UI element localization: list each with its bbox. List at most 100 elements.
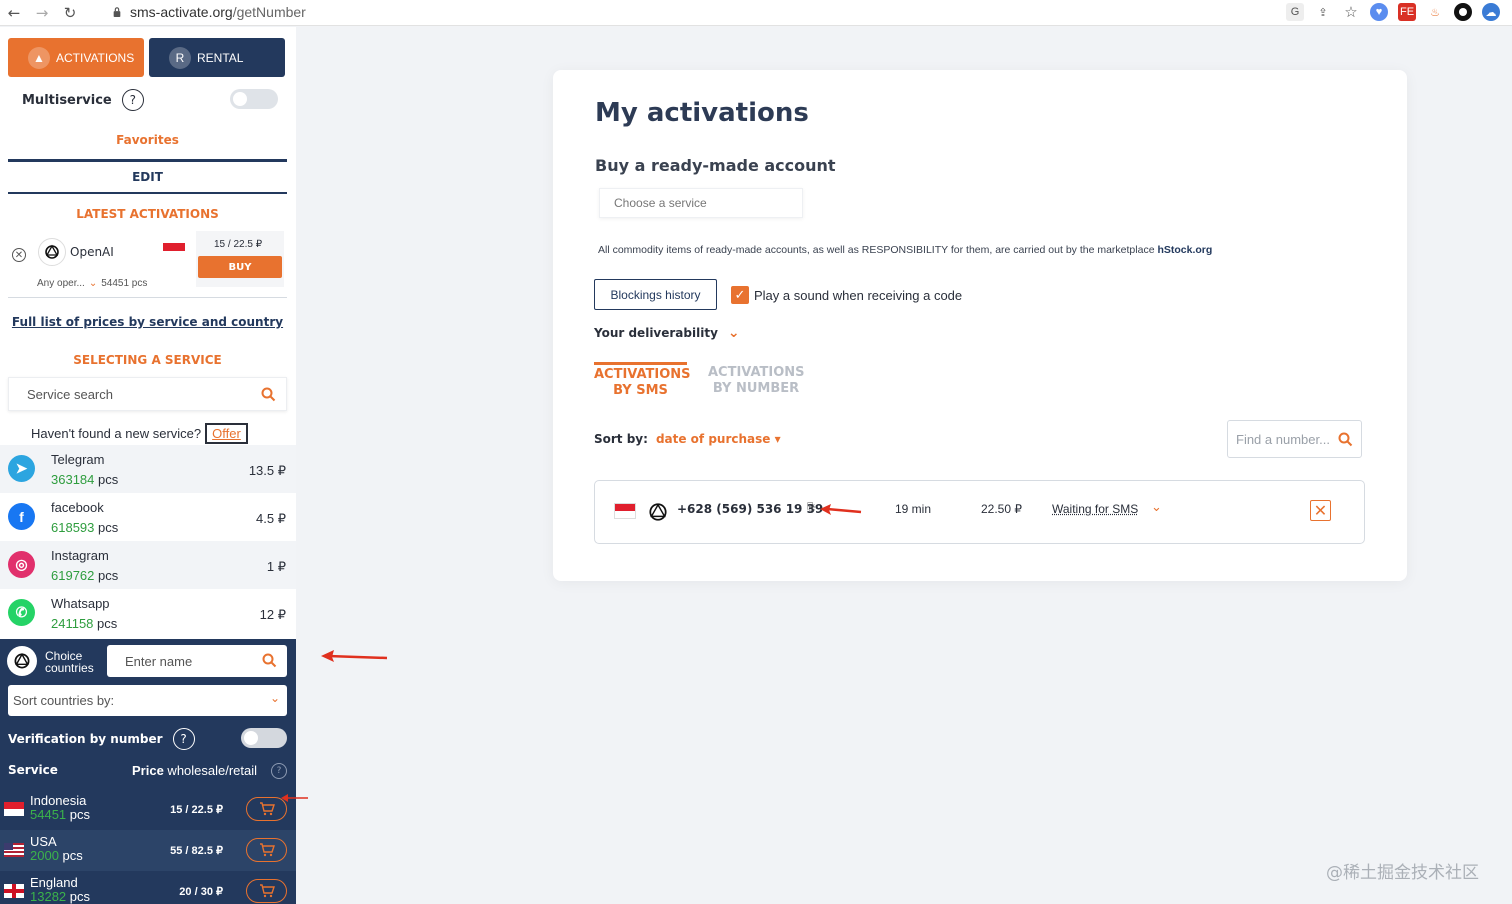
tab-activations-by-sms[interactable]: ACTIVATIONS BY SMS [594,362,687,399]
browser-toolbar: ← → ↻ sms-activate.org/getNumber G ⇪ ☆ ♥… [0,0,1512,26]
sort-countries-select[interactable]: Sort countries by: ⌄ [8,685,287,716]
deliverability-toggle[interactable]: Your deliverability ⌄ [594,325,740,341]
sound-label: Play a sound when receiving a code [754,288,962,303]
activation-status[interactable]: Waiting for SMS [1052,502,1138,516]
back-icon[interactable]: ← [0,0,28,26]
search-icon[interactable] [1338,432,1353,447]
country-row-usa[interactable]: USA 2000 pcs 55 / 82.5 ₽ [0,830,296,871]
latest-activation-item: ✕ OpenAI 15 / 22.5 ₽ BUY Any oper... ⌄ 544… [8,231,287,298]
tab-activations[interactable]: ▲ ACTIVATIONS [8,38,144,77]
tab-activations-by-number[interactable]: ACTIVATIONS BY NUMBER [708,365,804,397]
blockings-history-button[interactable]: Blockings history [594,279,717,310]
instagram-icon: ◎ [8,551,35,578]
service-count-value: 618593 [51,520,94,535]
annotation-arrow-icon [320,648,390,664]
service-count: 618593 pcs [51,520,118,535]
country-table-header: Service Price wholesale/retail ? [8,763,287,777]
facebook-icon: f [8,503,35,530]
cart-icon [259,843,275,857]
service-count: 241158 pcs [51,616,117,631]
star-icon[interactable]: ☆ [1342,3,1360,21]
rental-icon: R [169,47,191,69]
england-flag-icon [4,884,24,898]
extension-shield-icon[interactable]: ♥ [1370,3,1388,21]
service-list: ➤ Telegram 363184 pcs 13.5 ₽ f facebook … [0,445,296,637]
search-icon[interactable] [262,653,277,668]
tab-sms-line2: BY SMS [594,383,687,399]
help-icon[interactable]: ? [173,728,195,750]
country-search-input[interactable]: Enter name [107,645,287,677]
service-price: 1 ₽ [267,559,286,575]
tab-activations-label: ACTIVATIONS [56,51,134,65]
cart-icon [259,884,275,898]
extension-fire-icon[interactable]: ♨ [1426,3,1444,21]
annotation-arrow-icon [819,504,863,516]
country-row-england[interactable]: England 13282 pcs 20 / 30 ₽ [0,871,296,904]
pcs-label: pcs [98,568,118,583]
service-row-facebook[interactable]: f facebook 618593 pcs 4.5 ₽ [0,493,296,541]
sound-option[interactable]: ✓ Play a sound when receiving a code [731,286,962,304]
cart-icon [259,802,275,816]
address-bar[interactable]: sms-activate.org/getNumber [100,0,1260,24]
find-number-input[interactable]: Find a number... [1227,420,1362,458]
cart-button[interactable] [246,879,287,903]
share-icon[interactable]: ⇪ [1314,3,1332,21]
selecting-service-title: SELECTING A SERVICE [8,353,287,367]
copy-icon[interactable]: ⎘ [807,502,815,513]
choose-service-select[interactable]: Choose a service [599,188,803,218]
indonesia-flag-icon [4,802,24,816]
top-tabs: ▲ ACTIVATIONS R RENTAL [8,38,285,77]
extension-cloud-icon[interactable]: ☁ [1482,3,1500,21]
sort-by-select[interactable]: date of purchase ▾ [656,432,781,446]
full-price-list-link[interactable]: Full list of prices by service and count… [8,315,287,329]
commodity-notice: All commodity items of ready-made accoun… [598,244,1212,256]
help-icon[interactable]: ? [271,763,287,779]
remove-icon[interactable]: ✕ [12,248,26,262]
translate-icon[interactable]: G [1286,3,1304,21]
phone-number: +628 (569) 536 19 39 [677,502,823,516]
cancel-activation-button[interactable]: ✕ [1310,500,1331,521]
edit-button[interactable]: EDIT [8,159,287,194]
tab-rental[interactable]: R RENTAL [149,38,285,77]
buy-account-title: Buy a ready-made account [595,156,836,175]
service-count-value: 619762 [51,568,94,583]
forward-icon[interactable]: → [28,0,56,26]
checkbox-checked-icon[interactable]: ✓ [731,286,749,304]
country-row-indonesia[interactable]: Indonesia 54451 pcs 15 / 22.5 ₽ [0,789,296,830]
hstock-link[interactable]: hStock.org [1157,244,1212,256]
service-name: Whatsapp [51,596,110,611]
tab-num-line2: BY NUMBER [708,381,804,397]
service-row-telegram[interactable]: ➤ Telegram 363184 pcs 13.5 ₽ [0,445,296,493]
service-row-instagram[interactable]: ◎ Instagram 619762 pcs 1 ₽ [0,541,296,589]
reload-icon[interactable]: ↻ [56,0,84,26]
service-name: facebook [51,500,104,515]
service-price: 4.5 ₽ [256,511,286,527]
multiservice-toggle[interactable] [230,89,278,109]
chevron-down-icon[interactable]: ⌄ [1151,500,1162,515]
indonesia-flag-icon [163,243,185,251]
tab-sms-line1: ACTIVATIONS [594,367,687,383]
service-name: Instagram [51,548,109,563]
service-row-whatsapp[interactable]: ✆ Whatsapp 241158 pcs 12 ₽ [0,589,296,637]
buy-button[interactable]: BUY [198,256,282,278]
latest-activations-title: LATEST ACTIVATIONS [8,207,287,221]
country-price: 20 / 30 ₽ [179,885,223,898]
pcs-label: pcs [70,889,90,904]
favorites-link[interactable]: Favorites [8,133,287,147]
service-count-value: 241158 [51,616,93,631]
operator-select[interactable]: Any oper... ⌄ 54451 pcs [37,278,147,289]
offer-button[interactable]: Offer [205,423,248,444]
lock-icon [112,7,122,17]
chevron-down-icon: ⌄ [89,278,97,289]
extension-circle-icon[interactable] [1454,3,1472,21]
verification-toggle[interactable] [241,728,287,748]
openai-logo-icon [7,646,37,676]
verification-row: Verification by number ? [8,728,287,750]
pcs-label: pcs [98,520,118,535]
service-search-input[interactable]: Service search [8,377,287,411]
search-icon[interactable] [261,387,276,402]
cart-button[interactable] [246,838,287,862]
country-count-value: 54451 [30,807,66,822]
extension-fe-icon[interactable]: FE [1398,3,1416,21]
help-icon[interactable]: ? [122,89,144,111]
